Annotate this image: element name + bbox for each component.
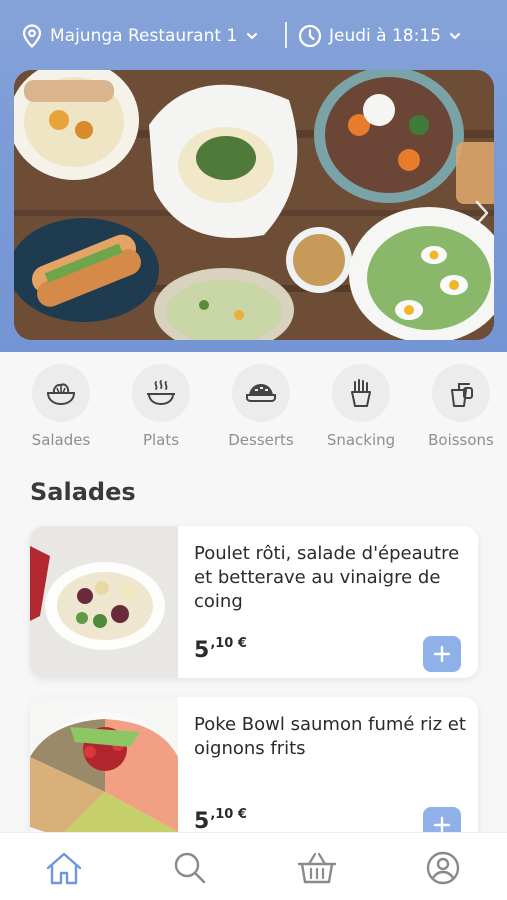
category-label: Salades bbox=[31, 431, 91, 449]
pickup-time-selector[interactable]: Jeudi à 18:15 bbox=[298, 22, 462, 50]
hero-food-image bbox=[14, 70, 494, 340]
category-label: Snacking bbox=[326, 431, 396, 449]
restaurant-selector[interactable]: Majunga Restaurant 1 bbox=[22, 22, 259, 50]
search-icon bbox=[174, 852, 206, 884]
clock-icon bbox=[298, 24, 322, 48]
product-price: 5,10 € bbox=[194, 636, 247, 663]
section-title: Salades bbox=[30, 478, 136, 506]
product-image bbox=[30, 526, 178, 678]
home-icon bbox=[46, 852, 82, 885]
chevron-down-icon bbox=[247, 32, 258, 40]
category-label: Desserts bbox=[228, 431, 294, 449]
product-image bbox=[30, 697, 178, 849]
category-icon-circle bbox=[332, 364, 390, 422]
category-icon-circle bbox=[132, 364, 190, 422]
nav-search[interactable] bbox=[170, 850, 210, 886]
plus-icon bbox=[433, 645, 451, 663]
product-name: Poulet rôti, salade d'épeautre et better… bbox=[194, 543, 460, 612]
header: Majunga Restaurant 1 Jeudi à 18:15 bbox=[0, 0, 507, 352]
location-pin-icon bbox=[22, 24, 42, 48]
product-card[interactable]: Poke Bowl saumon fumé riz et oignons fri… bbox=[30, 697, 478, 849]
app-screen: Majunga Restaurant 1 Jeudi à 18:15 Salad… bbox=[0, 0, 507, 900]
header-divider bbox=[285, 22, 287, 48]
category-plats[interactable]: Plats bbox=[111, 360, 211, 449]
chevron-right-icon[interactable] bbox=[468, 196, 494, 230]
bottom-navigation bbox=[0, 832, 507, 900]
fries-icon bbox=[351, 379, 371, 407]
category-label: Plats bbox=[142, 431, 180, 449]
category-boissons[interactable]: Boissons bbox=[411, 360, 507, 449]
restaurant-name: Majunga Restaurant 1 bbox=[50, 26, 238, 46]
product-name: Poke Bowl saumon fumé riz et oignons fri… bbox=[194, 714, 466, 759]
pickup-time: Jeudi à 18:15 bbox=[329, 26, 441, 46]
category-snacking[interactable]: Snacking bbox=[311, 360, 411, 449]
profile-icon bbox=[426, 851, 460, 885]
price-cents: ,10 € bbox=[210, 636, 247, 651]
price-main: 5 bbox=[194, 809, 210, 834]
product-price: 5,10 € bbox=[194, 807, 247, 834]
category-desserts[interactable]: Desserts bbox=[211, 360, 311, 449]
nav-basket[interactable] bbox=[297, 850, 337, 886]
basket-icon bbox=[297, 852, 337, 884]
hot-dish-icon bbox=[147, 380, 175, 406]
add-to-cart-button[interactable] bbox=[423, 636, 461, 672]
top-bar: Majunga Restaurant 1 Jeudi à 18:15 bbox=[0, 0, 507, 70]
nav-profile[interactable] bbox=[423, 850, 463, 886]
price-main: 5 bbox=[194, 638, 210, 663]
salad-bowl-icon bbox=[46, 383, 76, 406]
category-icon-circle bbox=[32, 364, 90, 422]
cup-icon bbox=[451, 383, 473, 407]
hero-carousel[interactable] bbox=[14, 70, 494, 340]
chevron-down-icon bbox=[449, 32, 461, 40]
price-cents: ,10 € bbox=[210, 807, 247, 822]
product-card[interactable]: Poulet rôti, salade d'épeautre et better… bbox=[30, 526, 478, 678]
category-salades[interactable]: Salades bbox=[11, 360, 111, 449]
category-bar: Salades Plats Desserts Snacking Boissons bbox=[0, 360, 507, 460]
category-icon-circle bbox=[432, 364, 490, 422]
nav-home[interactable] bbox=[44, 850, 84, 886]
category-label: Boissons bbox=[428, 431, 494, 449]
pie-icon bbox=[246, 384, 276, 402]
category-icon-circle bbox=[232, 364, 290, 422]
